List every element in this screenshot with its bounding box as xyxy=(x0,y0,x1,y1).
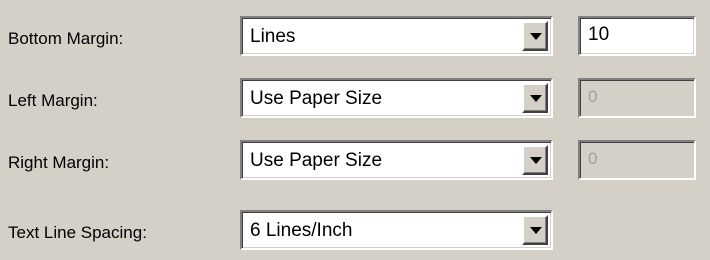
chevron-down-icon xyxy=(530,227,542,234)
bottom-margin-row: Bottom Margin: Lines 10 xyxy=(0,16,710,62)
right-margin-field-value: 0 xyxy=(588,149,598,168)
left-margin-dropdown[interactable]: Use Paper Size xyxy=(240,78,553,118)
right-margin-field: 0 xyxy=(578,140,696,180)
text-line-spacing-dropdown-value: 6 Lines/Inch xyxy=(250,220,353,241)
bottom-margin-label: Bottom Margin: xyxy=(8,29,124,48)
left-margin-label: Left Margin: xyxy=(8,91,98,110)
bottom-margin-dropdown-value: Lines xyxy=(250,26,296,47)
bottom-margin-field-value: 10 xyxy=(588,24,610,45)
chevron-down-icon xyxy=(530,95,542,102)
right-margin-label: Right Margin: xyxy=(8,153,110,172)
chevron-down-icon xyxy=(530,157,542,164)
right-margin-dropdown-value: Use Paper Size xyxy=(250,150,383,171)
bottom-margin-field[interactable]: 10 xyxy=(578,16,696,56)
right-margin-row: Right Margin: Use Paper Size 0 xyxy=(0,140,710,186)
bottom-margin-dropdown[interactable]: Lines xyxy=(240,16,553,56)
left-margin-dropdown-value: Use Paper Size xyxy=(250,88,383,109)
left-margin-dropdown-button[interactable] xyxy=(522,83,548,113)
right-margin-dropdown-button[interactable] xyxy=(522,145,548,175)
text-line-spacing-label: Text Line Spacing: xyxy=(8,223,147,242)
left-margin-row: Left Margin: Use Paper Size 0 xyxy=(0,78,710,124)
left-margin-field-value: 0 xyxy=(588,87,598,106)
text-line-spacing-dropdown[interactable]: 6 Lines/Inch xyxy=(240,210,553,250)
bottom-margin-dropdown-button[interactable] xyxy=(522,21,548,51)
text-line-spacing-row: Text Line Spacing: 6 Lines/Inch xyxy=(0,210,710,256)
left-margin-field: 0 xyxy=(578,78,696,118)
text-line-spacing-dropdown-button[interactable] xyxy=(522,215,548,245)
chevron-down-icon xyxy=(530,33,542,40)
right-margin-dropdown[interactable]: Use Paper Size xyxy=(240,140,553,180)
